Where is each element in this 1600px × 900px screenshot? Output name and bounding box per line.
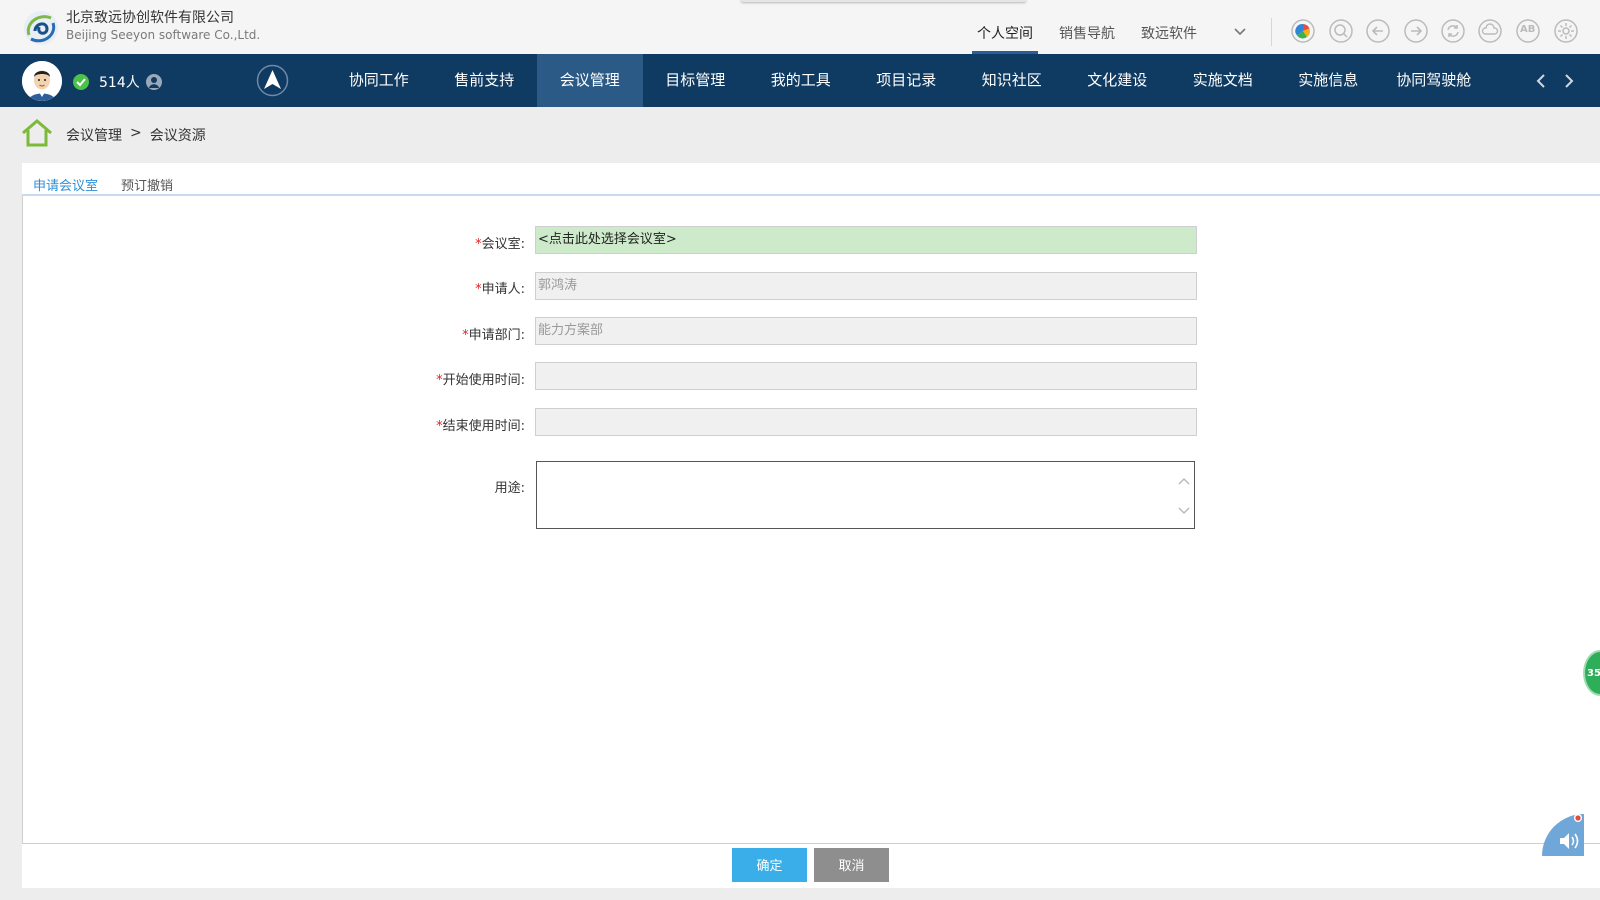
chevron-right-icon[interactable] (1562, 73, 1576, 89)
nav-item-implementation-info[interactable]: 实施信息 (1276, 54, 1382, 107)
nav-item-my-tools[interactable]: 我的工具 (748, 54, 854, 107)
start-time-label: *开始使用时间: (395, 369, 525, 388)
nav-item-meeting-management[interactable]: 会议管理 (537, 54, 643, 107)
scroll-up-icon (1178, 477, 1190, 485)
nav-item-knowledge-community[interactable]: 知识社区 (959, 54, 1065, 107)
nav-item-collaboration[interactable]: 协同工作 (326, 54, 432, 107)
nav-item-project-records[interactable]: 项目记录 (854, 54, 960, 107)
top-header: 北京致远协创软件有限公司 Beijing Seeyon software Co.… (0, 0, 1600, 54)
online-status-icon (73, 74, 89, 90)
nav-item-presales-support[interactable]: 售前支持 (432, 54, 538, 107)
forward-icon[interactable] (1403, 18, 1429, 44)
tab-cancel-booking[interactable]: 预订撤销 (121, 175, 173, 194)
online-count[interactable]: 514人 (99, 72, 140, 92)
nav-item-cockpit[interactable]: 协同驾驶舱 (1381, 54, 1487, 107)
purpose-label: 用途: (494, 481, 525, 496)
breadcrumb-level-1[interactable]: 会议管理 (66, 125, 122, 145)
end-time-field[interactable] (535, 408, 1197, 436)
user-avatar-icon (22, 61, 62, 101)
company-name: 北京致远协创软件有限公司 Beijing Seeyon software Co.… (66, 9, 260, 43)
back-icon[interactable] (1365, 18, 1391, 44)
refresh-icon[interactable] (1440, 18, 1466, 44)
top-tab-seeyon-software[interactable]: 致远软件 (1128, 0, 1210, 54)
search-icon[interactable] (1328, 18, 1354, 44)
applicant-field[interactable]: 郭鸿涛 (535, 272, 1197, 300)
ab-icon-text: AB (1520, 24, 1536, 35)
breadcrumb-level-2[interactable]: 会议资源 (150, 125, 206, 145)
company-name-cn: 北京致远协创软件有限公司 (66, 10, 234, 26)
cloud-icon[interactable] (1477, 18, 1503, 44)
purpose-textarea[interactable] (536, 461, 1195, 529)
end-time-label-text: 结束使用时间: (442, 419, 525, 434)
room-label: *会议室: (395, 233, 525, 252)
tab-apply-meeting-room[interactable]: 申请会议室 (33, 175, 98, 194)
tab-strip: 申请会议室 预订撤销 (22, 163, 1600, 196)
department-label: *申请部门: (395, 324, 525, 343)
settings-icon[interactable] (1553, 18, 1579, 44)
breadcrumb-separator: > (130, 125, 142, 141)
start-time-field[interactable] (535, 362, 1197, 390)
navigation-compass-icon[interactable] (256, 64, 289, 97)
speaker-icon[interactable] (1538, 810, 1584, 856)
cancel-button[interactable]: 取消 (814, 848, 889, 882)
color-wheel-icon[interactable] (1290, 18, 1316, 44)
scrollbar[interactable] (1176, 470, 1192, 522)
department-field[interactable]: 能力方案部 (535, 317, 1197, 345)
main-nav: 514人 协同工作 售前支持 会议管理 目标管理 我的工具 项目记录 知识社区 … (0, 54, 1600, 107)
confirm-button[interactable]: 确定 (732, 848, 807, 882)
nav-item-goal-management[interactable]: 目标管理 (643, 54, 749, 107)
nav-menu: 协同工作 售前支持 会议管理 目标管理 我的工具 项目记录 知识社区 文化建设 … (326, 54, 1487, 107)
person-icon[interactable] (145, 73, 163, 91)
avatar[interactable] (22, 61, 62, 101)
start-time-label-text: 开始使用时间: (442, 373, 525, 388)
header-divider (1271, 18, 1272, 46)
meeting-room-selector[interactable]: <点击此处选择会议室> (535, 226, 1197, 254)
top-tabs: 个人空间 销售导航 致远软件 (964, 0, 1210, 54)
room-label-text: 会议室: (481, 237, 525, 252)
nav-item-culture[interactable]: 文化建设 (1065, 54, 1171, 107)
bottom-strip (22, 888, 1600, 900)
breadcrumb: 会议管理 > 会议资源 (66, 125, 206, 145)
nav-item-implementation-docs[interactable]: 实施文档 (1170, 54, 1276, 107)
meeting-room-form: *会议室: <点击此处选择会议室> *申请人: 郭鸿涛 *申请部门: 能力方案部… (22, 196, 1600, 844)
end-time-label: *结束使用时间: (395, 415, 525, 434)
top-tab-personal-space[interactable]: 个人空间 (964, 0, 1046, 54)
chevron-down-icon[interactable] (1232, 25, 1248, 39)
ab-icon[interactable]: AB (1515, 18, 1541, 44)
applicant-label-text: 申请人: (481, 282, 525, 297)
home-icon[interactable] (21, 118, 53, 148)
scroll-down-icon (1178, 507, 1190, 515)
company-logo-icon (24, 11, 58, 45)
company-name-en: Beijing Seeyon software Co.,Ltd. (66, 28, 261, 42)
top-tab-sales-nav[interactable]: 销售导航 (1046, 0, 1128, 54)
department-label-text: 申请部门: (468, 328, 525, 343)
chevron-left-icon[interactable] (1534, 73, 1548, 89)
content-panel: 申请会议室 预订撤销 *会议室: <点击此处选择会议室> *申请人: 郭鸿涛 *… (22, 163, 1600, 888)
applicant-label: *申请人: (395, 278, 525, 297)
